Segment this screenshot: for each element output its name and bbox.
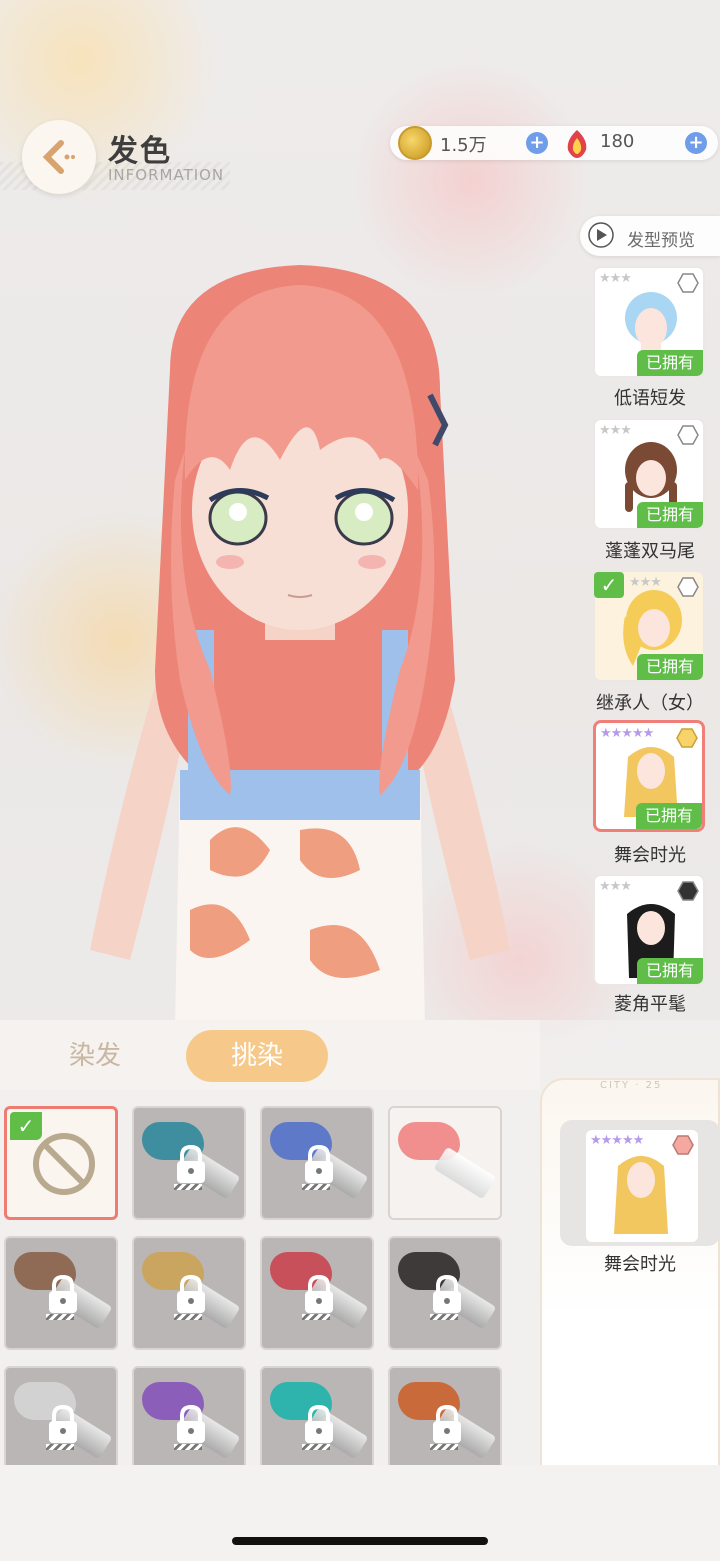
play-preview-icon	[588, 222, 614, 248]
rarity-stars: ★★★	[599, 271, 632, 286]
selected-check-icon: ✓	[10, 1112, 42, 1140]
hairstyle-name-4: 舞会时光	[614, 845, 686, 866]
lock-icon	[177, 1144, 205, 1183]
color-tile-black[interactable]	[388, 1236, 502, 1350]
owned-badge: 已拥有	[637, 502, 703, 528]
tab-dye[interactable]: 染发	[40, 1030, 150, 1082]
lock-icon	[305, 1144, 333, 1183]
lock-icon	[49, 1404, 77, 1443]
current-hairstyle-thumbnail: ★★★★★	[586, 1130, 698, 1242]
hexagon-icon	[672, 1135, 694, 1155]
lock-stripes	[430, 1444, 458, 1450]
color-tile-teal[interactable]	[132, 1106, 246, 1220]
coin-icon	[398, 126, 432, 160]
add-coins-button[interactable]: +	[526, 132, 548, 154]
hairstyle-name-3: 继承人（女）	[596, 693, 704, 714]
lock-stripes	[174, 1444, 202, 1450]
lock-stripes	[302, 1184, 330, 1190]
lock-stripes	[174, 1314, 202, 1320]
lock-icon	[177, 1404, 205, 1443]
rarity-stars: ★★★	[599, 423, 632, 438]
owned-badge: 已拥有	[637, 654, 703, 680]
coin-amount: 1.5万	[440, 135, 487, 156]
no-color-icon	[33, 1133, 95, 1195]
lock-stripes	[46, 1314, 74, 1320]
hairstyle-preview-label: 发型预览	[627, 231, 695, 251]
hairstyle-card-1[interactable]: ★★★ 已拥有	[593, 266, 705, 378]
back-arrow-icon	[42, 140, 75, 174]
back-button[interactable]	[22, 120, 96, 194]
hairstyle-card-5[interactable]: ★★★ 已拥有	[593, 874, 705, 986]
color-tile-gold[interactable]	[132, 1236, 246, 1350]
lock-stripes	[302, 1444, 330, 1450]
home-indicator[interactable]	[232, 1537, 488, 1545]
lock-stripes	[46, 1444, 74, 1450]
tab-highlight[interactable]: 挑染	[186, 1030, 328, 1082]
equipped-check-icon: ✓	[594, 572, 624, 598]
add-gems-button[interactable]: +	[685, 132, 707, 154]
crystal-gem-icon	[567, 130, 587, 158]
hairstyle-name-1: 低语短发	[614, 388, 686, 409]
owned-badge: 已拥有	[636, 803, 702, 829]
color-tile-red[interactable]	[260, 1236, 374, 1350]
hairstyle-thumbnail	[614, 1156, 668, 1234]
lock-icon	[433, 1404, 461, 1443]
color-tile-none[interactable]: ✓	[4, 1106, 118, 1220]
gem-amount: 180	[600, 131, 635, 152]
hairstyle-name-2: 蓬蓬双马尾	[605, 541, 695, 562]
owned-badge: 已拥有	[637, 350, 703, 376]
page-subtitle: INFORMATION	[108, 166, 225, 184]
color-tile-purple[interactable]	[132, 1366, 246, 1480]
paint-tube-icon	[433, 1146, 497, 1200]
hairstyle-card-4[interactable]: ★★★★★ 已拥有	[593, 720, 705, 832]
lock-icon	[305, 1404, 333, 1443]
lock-icon	[49, 1274, 77, 1313]
lock-stripes	[430, 1314, 458, 1320]
character-model	[90, 265, 510, 1030]
color-tile-brown[interactable]	[4, 1236, 118, 1350]
page-title: 发色	[108, 134, 172, 169]
color-tile-blue[interactable]	[260, 1106, 374, 1220]
rarity-stars: ★★★	[599, 879, 632, 894]
current-hairstyle-name: 舞会时光	[604, 1254, 676, 1275]
color-tile-white[interactable]	[4, 1366, 118, 1480]
lock-stripes	[174, 1184, 202, 1190]
color-tile-orange[interactable]	[388, 1366, 502, 1480]
hairstyle-card-2[interactable]: ★★★ 已拥有	[593, 418, 705, 530]
lock-stripes	[302, 1314, 330, 1320]
lock-icon	[305, 1274, 333, 1313]
color-tile-pink[interactable]	[388, 1106, 502, 1220]
hairstyle-name-5: 菱角平髦	[614, 994, 686, 1015]
owned-badge: 已拥有	[637, 958, 703, 984]
bottom-safe-area	[0, 1465, 720, 1561]
color-tile-cyan[interactable]	[260, 1366, 374, 1480]
city-label: CITY · 25	[600, 1080, 663, 1091]
lock-icon	[177, 1274, 205, 1313]
lock-icon	[433, 1274, 461, 1313]
